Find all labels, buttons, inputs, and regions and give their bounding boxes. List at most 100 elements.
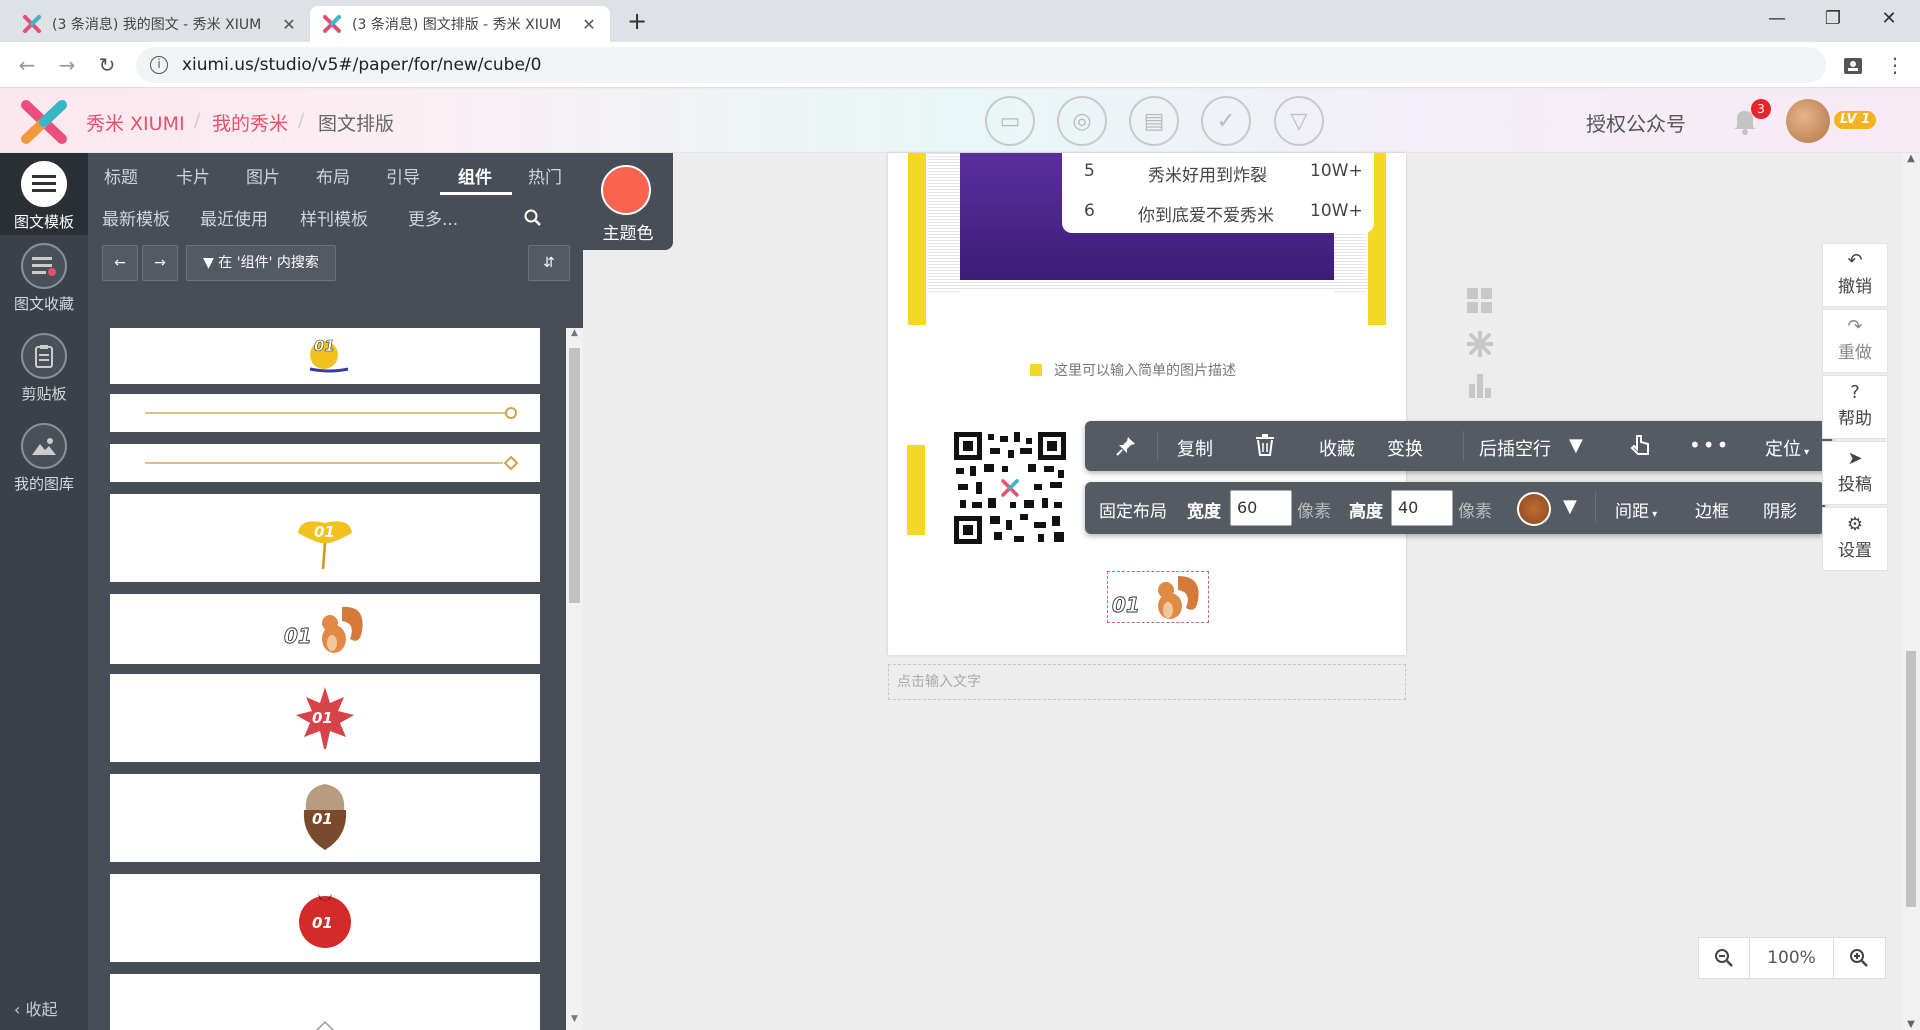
template-card[interactable]: 01 [110,874,540,962]
asterisk-icon[interactable] [1467,331,1493,357]
height-input[interactable]: 40 [1391,490,1453,526]
url-field[interactable]: i xiumi.us/studio/v5#/paper/for/new/cube… [136,47,1826,83]
xiumi-logo-icon[interactable] [18,99,70,145]
submit-button[interactable]: ➤ 投稿 [1822,441,1888,505]
reload-icon[interactable]: ↻ [92,50,122,80]
template-card[interactable]: 01 [110,594,540,664]
chevron-down-icon[interactable]: ▼ [1569,435,1583,456]
position-dropdown[interactable]: 定位 ▾ [1765,435,1809,461]
width-input[interactable]: 60 [1230,490,1292,526]
template-card[interactable]: 01 [110,494,540,582]
check-icon[interactable]: ✓ [1201,96,1251,146]
browser-menu-icon[interactable]: ⋮ [1880,50,1910,80]
grid-layout-icon[interactable] [1467,288,1493,314]
qr-code[interactable] [954,432,1066,544]
subtab-sample[interactable]: 样刊模板 [300,205,368,230]
search-icon[interactable] [524,209,542,227]
close-window-button[interactable]: ✕ [1866,4,1912,34]
tab-guide[interactable]: 引导 [386,163,420,188]
scroll-down-arrow-icon[interactable]: ▼ [1902,1019,1920,1030]
theme-color-button[interactable]: 主题色 [583,153,673,250]
help-button[interactable]: ? 帮助 [1822,375,1888,439]
print-icon[interactable]: ▤ [1129,96,1179,146]
pin-icon[interactable] [1115,435,1137,457]
article-canvas[interactable]: 5 秀米好用到炸裂 10W+ 6 你到底爱不爱秀米 10W+ 这里可以输入简单的… [888,153,1406,655]
template-card[interactable] [110,444,540,482]
image-caption[interactable]: 这里可以输入简单的图片描述 [1030,360,1236,380]
scroll-thumb[interactable] [1906,651,1916,907]
browser-tab-editor[interactable]: (3 条消息) 图文排版 - 秀米 XIUM ✕ [310,6,610,42]
breadcrumb-separator: / [298,109,305,131]
tab-title[interactable]: 标题 [104,163,138,188]
tab-card[interactable]: 卡片 [176,163,210,188]
browser-tab-my-articles[interactable]: (3 条消息) 我的图文 - 秀米 XIUM ✕ [10,6,310,42]
zoom-in-button[interactable] [1834,938,1885,978]
border-button[interactable]: 边框 [1695,497,1729,522]
sort-icon[interactable]: ⇵ [528,245,570,281]
preview-icon[interactable]: ◎ [1057,96,1107,146]
template-card[interactable] [110,394,540,432]
collapse-button[interactable]: ‹ 收起 [14,996,58,1020]
profile-icon[interactable] [1842,54,1864,76]
redo-button[interactable]: ↷ 重做 [1822,309,1888,373]
fixed-layout-button[interactable]: 固定布局 [1099,497,1167,522]
template-card[interactable] [110,974,540,1030]
trash-icon[interactable] [1255,434,1275,456]
avatar[interactable] [1786,99,1830,143]
more-options-button[interactable]: ••• [1689,433,1730,457]
template-card[interactable]: 01 [110,674,540,762]
settings-button[interactable]: ⚙ 设置 [1822,507,1888,571]
chevron-down-icon[interactable]: ▼ [1563,496,1577,517]
forward-arrow-icon[interactable]: → [52,50,82,80]
component-thumbnail[interactable] [1517,492,1551,526]
rail-item-favorites[interactable]: 图文收藏 [0,243,88,323]
scroll-down-arrow-icon[interactable]: ▼ [566,1014,583,1030]
subtab-latest[interactable]: 最新模板 [102,205,170,230]
subtab-recent[interactable]: 最近使用 [200,205,268,230]
tab-close-icon[interactable]: ✕ [280,15,298,34]
panel-scrollbar[interactable]: ▲ ▼ [566,328,583,1030]
tab-image[interactable]: 图片 [246,163,280,188]
site-info-icon[interactable]: i [150,56,168,74]
scroll-up-arrow-icon[interactable]: ▲ [566,328,583,344]
rail-item-gallery[interactable]: 我的图库 [0,423,88,503]
shadow-button[interactable]: 阴影 [1763,497,1797,522]
next-arrow-icon[interactable]: → [142,245,178,281]
bar-chart-icon[interactable] [1467,372,1493,398]
selected-component[interactable]: 01 [1107,571,1209,623]
authorize-account-link[interactable]: 授权公众号 [1586,108,1686,137]
back-arrow-icon[interactable]: ← [12,50,42,80]
rail-item-templates[interactable]: 图文模板 [0,153,88,235]
folder-icon[interactable]: ▭ [985,96,1035,146]
text-input-area[interactable]: 点击输入文字 [888,664,1406,700]
scoped-search-button[interactable]: ▼ 在 '组件' 内搜索 [186,245,336,281]
rail-item-clipboard[interactable]: 剪贴板 [0,333,88,413]
spacing-dropdown[interactable]: 间距 ▾ [1615,497,1657,522]
template-card[interactable]: 01 [110,328,540,384]
zoom-out-button[interactable] [1699,938,1751,978]
breadcrumb-my-xiumi[interactable]: 我的秀米 [212,109,288,136]
app-window: { "browser": { "tabs": [ {"title": "(3 条… [0,0,1920,1030]
prev-arrow-icon[interactable]: ← [102,245,138,281]
page-scrollbar[interactable]: ▲ ▼ [1902,153,1920,1030]
tab-layout[interactable]: 布局 [316,163,350,188]
pointer-hand-icon[interactable] [1629,433,1653,457]
tab-hot[interactable]: 热门 [528,163,562,188]
minimize-button[interactable]: — [1754,4,1800,34]
copy-button[interactable]: 复制 [1177,435,1213,461]
tab-component[interactable]: 组件 [458,163,492,188]
dropdown-triangle-icon[interactable]: ▽ [1274,96,1324,146]
subtab-more[interactable]: 更多... [408,205,458,230]
ranking-card[interactable]: 5 秀米好用到炸裂 10W+ 6 你到底爱不爱秀米 10W+ [960,153,1374,280]
collect-button[interactable]: 收藏 [1319,435,1355,461]
new-tab-button[interactable]: + [620,6,654,36]
undo-button[interactable]: ↶ 撤销 [1822,243,1888,307]
scroll-thumb[interactable] [569,348,580,603]
scroll-up-arrow-icon[interactable]: ▲ [1902,153,1920,164]
brand-link[interactable]: 秀米 XIUMI [86,109,185,136]
insert-blank-line-button[interactable]: 后插空行 [1479,435,1551,461]
tab-close-icon[interactable]: ✕ [580,15,598,34]
maximize-button[interactable]: ❐ [1810,4,1856,34]
transform-button[interactable]: 变换 [1387,435,1423,461]
template-card[interactable]: 01 [110,774,540,862]
